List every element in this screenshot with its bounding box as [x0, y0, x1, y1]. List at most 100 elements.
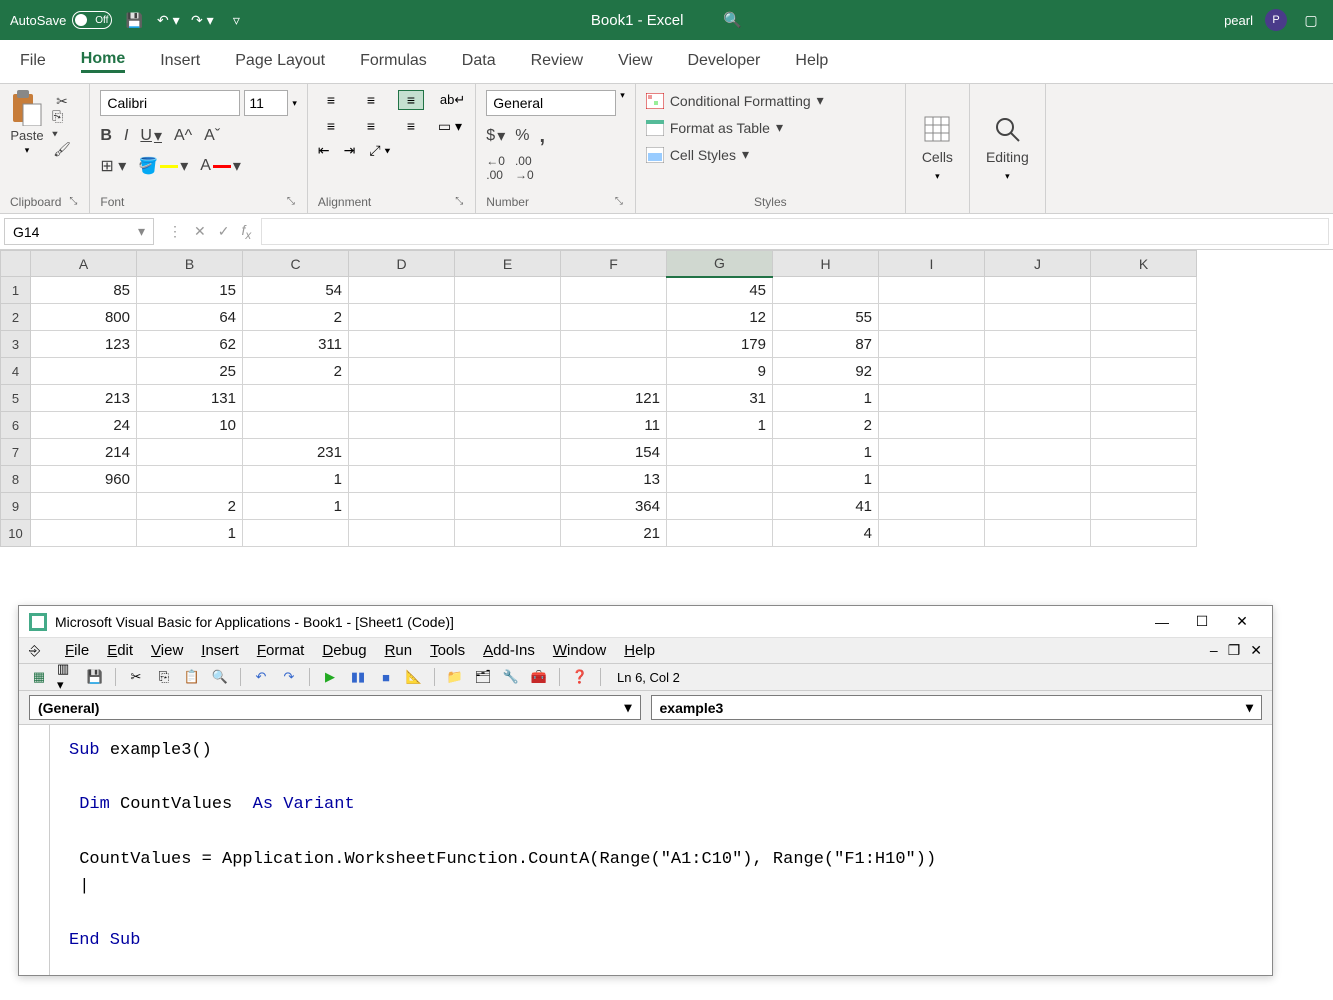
col-header-A[interactable]: A	[31, 251, 137, 277]
cell-B4[interactable]: 25	[137, 358, 243, 385]
vba-browser-icon[interactable]: 🔧	[501, 667, 521, 687]
cell-E1[interactable]	[455, 277, 561, 304]
vba-insert-icon[interactable]: ▥ ▾	[57, 667, 77, 687]
vba-save-icon[interactable]: 💾	[85, 667, 105, 687]
row-header-5[interactable]: 5	[1, 385, 31, 412]
tab-developer[interactable]: Developer	[687, 52, 760, 72]
fill-color-button[interactable]: 🪣 ▾	[138, 154, 188, 178]
cell-E2[interactable]	[455, 304, 561, 331]
font-size-select[interactable]	[244, 90, 288, 116]
vba-object-dropdown[interactable]: (General)▾	[29, 695, 641, 720]
col-header-D[interactable]: D	[349, 251, 455, 277]
font-name-select[interactable]	[100, 90, 240, 116]
cell-H9[interactable]: 41	[773, 493, 879, 520]
tab-data[interactable]: Data	[462, 52, 496, 72]
vba-help-icon[interactable]: ❓	[570, 667, 590, 687]
vba-menu-help[interactable]: Help	[624, 642, 655, 659]
col-header-F[interactable]: F	[561, 251, 667, 277]
cell-G7[interactable]	[667, 439, 773, 466]
row-header-4[interactable]: 4	[1, 358, 31, 385]
formula-bar[interactable]	[261, 218, 1329, 245]
cell-E5[interactable]	[455, 385, 561, 412]
row-header-10[interactable]: 10	[1, 520, 31, 547]
cell-H1[interactable]	[773, 277, 879, 304]
tab-home[interactable]: Home	[81, 50, 125, 73]
tab-review[interactable]: Review	[531, 52, 583, 72]
qat-customize-icon[interactable]: ▿	[224, 8, 248, 32]
cell-C5[interactable]	[243, 385, 349, 412]
underline-button[interactable]: U ▾	[140, 124, 162, 148]
user-avatar[interactable]: P	[1265, 9, 1287, 31]
cell-B1[interactable]: 15	[137, 277, 243, 304]
cell-E9[interactable]	[455, 493, 561, 520]
number-format-select[interactable]	[486, 90, 616, 116]
col-header-I[interactable]: I	[879, 251, 985, 277]
tab-view[interactable]: View	[618, 52, 652, 72]
cell-D10[interactable]	[349, 520, 455, 547]
cell-H8[interactable]: 1	[773, 466, 879, 493]
cell-D4[interactable]	[349, 358, 455, 385]
cell-B6[interactable]: 10	[137, 412, 243, 439]
vba-design-icon[interactable]: 📐	[404, 667, 424, 687]
vba-minimize-icon[interactable]: —	[1142, 608, 1182, 636]
vba-copy-icon[interactable]: ⎘	[154, 667, 174, 687]
cell-B3[interactable]: 62	[137, 331, 243, 358]
cell-E8[interactable]	[455, 466, 561, 493]
cell-D3[interactable]	[349, 331, 455, 358]
cell-F7[interactable]: 154	[561, 439, 667, 466]
cell-J3[interactable]	[985, 331, 1091, 358]
cell-A3[interactable]: 123	[31, 331, 137, 358]
cell-A8[interactable]: 960	[31, 466, 137, 493]
cell-K8[interactable]	[1091, 466, 1197, 493]
cell-H10[interactable]: 4	[773, 520, 879, 547]
copy-icon[interactable]: ⎘ ▾	[52, 116, 72, 134]
cell-A1[interactable]: 85	[31, 277, 137, 304]
cell-A7[interactable]: 214	[31, 439, 137, 466]
cell-J6[interactable]	[985, 412, 1091, 439]
format-as-table-button[interactable]: Format as Table ▾	[646, 119, 895, 136]
increase-indent-icon[interactable]: ⇥	[344, 142, 356, 159]
cell-I2[interactable]	[879, 304, 985, 331]
comma-button[interactable]: ,	[539, 124, 545, 148]
fx-icon[interactable]: fx	[241, 222, 251, 242]
cell-A10[interactable]	[31, 520, 137, 547]
cell-H6[interactable]: 2	[773, 412, 879, 439]
save-icon[interactable]: 💾	[122, 8, 146, 32]
cell-B2[interactable]: 64	[137, 304, 243, 331]
vba-menu-window[interactable]: Window	[553, 642, 606, 659]
font-color-button[interactable]: A ▾	[200, 154, 241, 178]
cell-I5[interactable]	[879, 385, 985, 412]
cell-I1[interactable]	[879, 277, 985, 304]
cell-D2[interactable]	[349, 304, 455, 331]
vba-menu-format[interactable]: Format	[257, 642, 305, 659]
redo-icon[interactable]: ↷ ▾	[190, 8, 214, 32]
cell-K5[interactable]	[1091, 385, 1197, 412]
row-header-3[interactable]: 3	[1, 331, 31, 358]
tab-page-layout[interactable]: Page Layout	[235, 52, 325, 72]
col-header-J[interactable]: J	[985, 251, 1091, 277]
cell-F8[interactable]: 13	[561, 466, 667, 493]
cell-J1[interactable]	[985, 277, 1091, 304]
ribbon-display-icon[interactable]: ▢	[1299, 8, 1323, 32]
cell-D1[interactable]	[349, 277, 455, 304]
cell-D9[interactable]	[349, 493, 455, 520]
cell-E6[interactable]	[455, 412, 561, 439]
vba-close-icon[interactable]: ✕	[1222, 608, 1262, 636]
vba-menu-tools[interactable]: Tools	[430, 642, 465, 659]
tab-formulas[interactable]: Formulas	[360, 52, 427, 72]
paste-icon[interactable]	[10, 90, 44, 126]
row-header-9[interactable]: 9	[1, 493, 31, 520]
tab-insert[interactable]: Insert	[160, 52, 200, 72]
cell-G5[interactable]: 31	[667, 385, 773, 412]
cell-K10[interactable]	[1091, 520, 1197, 547]
percent-button[interactable]: %	[515, 124, 529, 148]
vba-paste-icon[interactable]: 📋	[182, 667, 202, 687]
cell-E3[interactable]	[455, 331, 561, 358]
col-header-B[interactable]: B	[137, 251, 243, 277]
col-header-E[interactable]: E	[455, 251, 561, 277]
increase-font-icon[interactable]: A^	[174, 124, 192, 148]
undo-icon[interactable]: ↶ ▾	[156, 8, 180, 32]
cell-H4[interactable]: 92	[773, 358, 879, 385]
align-bottom-icon[interactable]: ≡	[398, 90, 424, 110]
orientation-button[interactable]: ⤢ ▾	[369, 142, 390, 159]
